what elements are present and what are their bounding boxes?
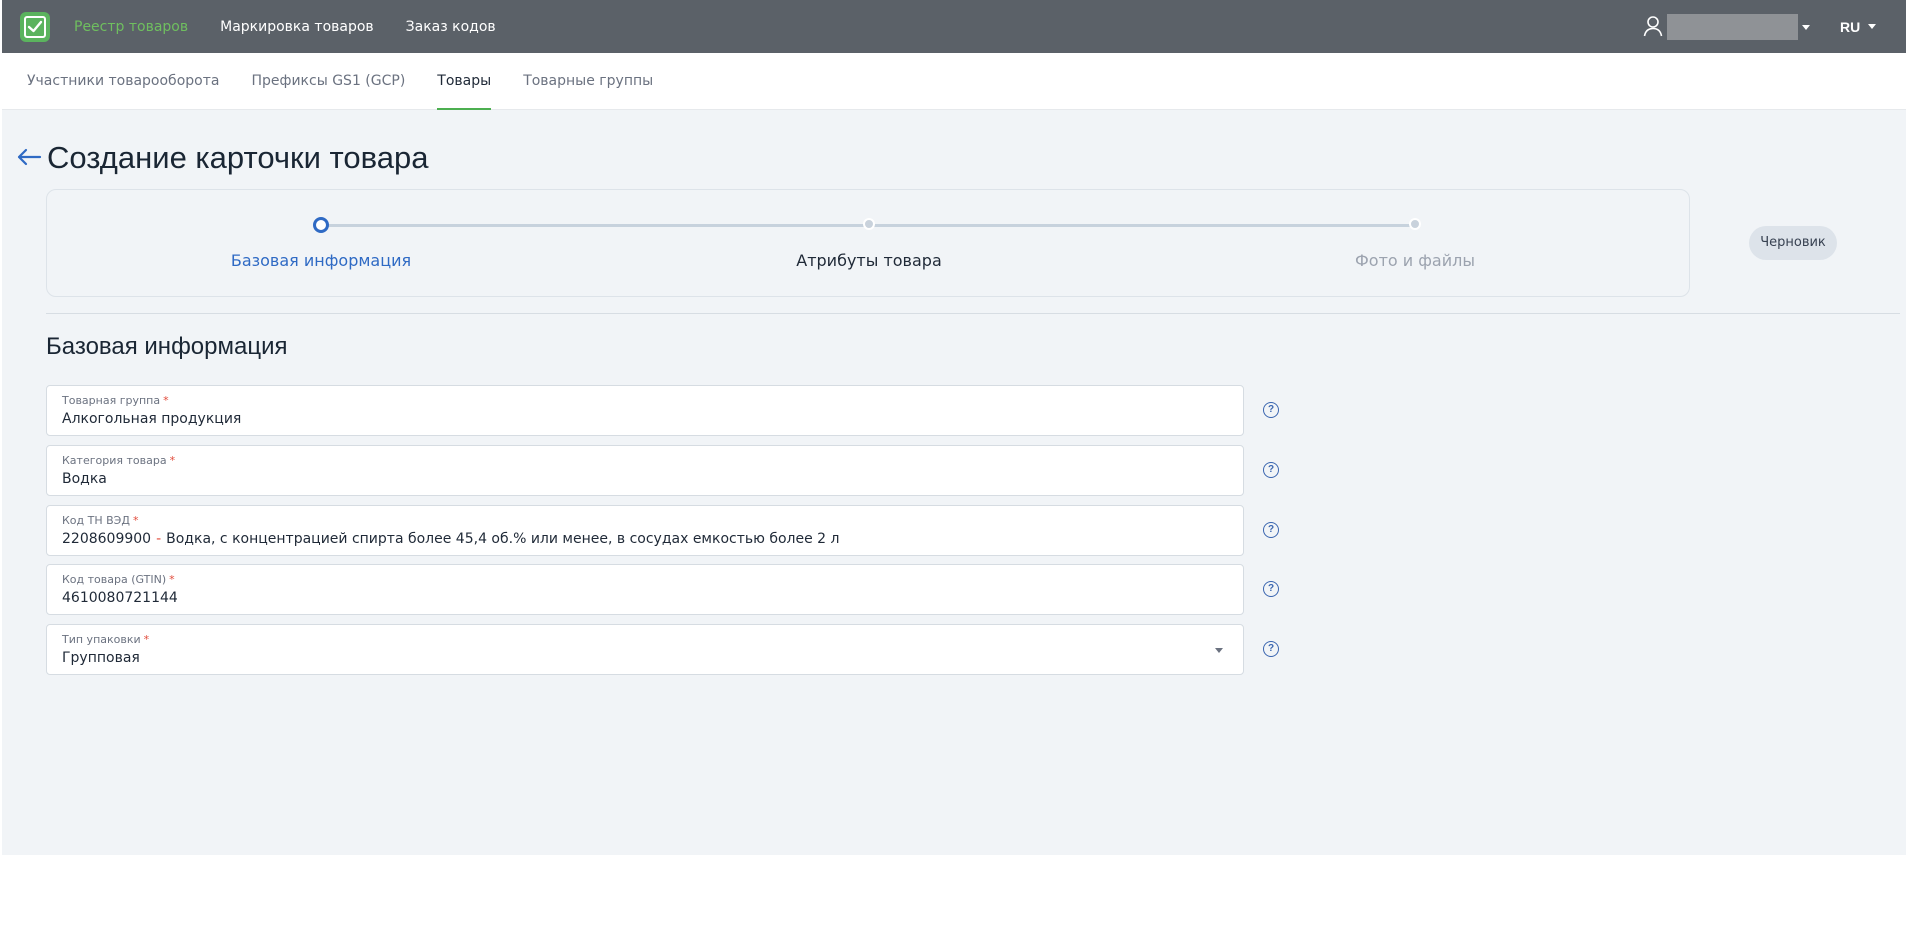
help-circle-icon[interactable]: ? bbox=[1263, 462, 1279, 478]
chevron-down-icon[interactable] bbox=[1802, 25, 1810, 30]
top-nav-marking[interactable]: Маркировка товаров bbox=[220, 19, 374, 35]
field-value: 4610080721144 bbox=[62, 590, 178, 606]
help-circle-icon[interactable]: ? bbox=[1263, 641, 1279, 657]
help-circle-icon[interactable]: ? bbox=[1263, 402, 1279, 418]
top-bar: Реестр товаров Маркировка товаров Заказ … bbox=[2, 0, 1906, 53]
package-type-select[interactable]: Тип упаковки * Групповая bbox=[46, 624, 1244, 675]
arrow-left-icon[interactable] bbox=[16, 147, 42, 167]
language-label: RU bbox=[1840, 18, 1861, 35]
divider bbox=[46, 313, 1900, 314]
stepper: Базовая информация Атрибуты товара Фото … bbox=[46, 189, 1690, 297]
tnved-code-field[interactable]: Код ТН ВЭД * 2208609900- Водка, с концентр… bbox=[46, 505, 1244, 556]
page-title: Создание карточки товара bbox=[47, 140, 429, 175]
chevron-down-icon bbox=[1868, 24, 1877, 29]
page: Реестр товаров Маркировка товаров Заказ … bbox=[0, 0, 1908, 942]
gtin-field[interactable]: Код товара (GTIN) * 4610080721144 bbox=[46, 564, 1244, 615]
tab-gs1-prefixes[interactable]: Префиксы GS1 (GCP) bbox=[251, 53, 405, 110]
section-title: Базовая информация bbox=[46, 333, 288, 360]
user-icon[interactable] bbox=[1643, 15, 1663, 37]
required-mark: * bbox=[169, 454, 176, 467]
status-badge: Черновик bbox=[1749, 226, 1837, 260]
chevron-down-icon[interactable] bbox=[1215, 648, 1223, 653]
field-value: Групповая bbox=[62, 650, 140, 666]
tab-participants[interactable]: Участники товарооборота bbox=[27, 53, 219, 110]
tnved-description: Водка, с концентрацией спирта более 45,4… bbox=[166, 531, 840, 547]
main-content: Создание карточки товара Базовая информа… bbox=[2, 110, 1906, 855]
step-label-photos: Фото и файлы bbox=[1355, 251, 1475, 270]
product-category-field[interactable]: Категория товара * Водка bbox=[46, 445, 1244, 496]
top-nav: Реестр товаров Маркировка товаров Заказ … bbox=[74, 0, 496, 53]
field-label: Код ТН ВЭД bbox=[62, 514, 130, 527]
step-label-attributes[interactable]: Атрибуты товара bbox=[796, 251, 942, 270]
field-label: Тип упаковки bbox=[62, 633, 141, 646]
help-circle-icon[interactable]: ? bbox=[1263, 581, 1279, 597]
field-label: Товарная группа bbox=[62, 394, 161, 407]
required-mark: * bbox=[163, 394, 169, 407]
step-dot-attributes[interactable] bbox=[863, 218, 875, 230]
field-label: Код товара (GTIN) bbox=[62, 573, 167, 586]
help-circle-icon[interactable]: ? bbox=[1263, 522, 1279, 538]
tnved-code: 2208609900 bbox=[62, 531, 152, 547]
field-value: Водка bbox=[62, 471, 107, 487]
required-mark: * bbox=[169, 573, 175, 586]
top-nav-code-order[interactable]: Заказ кодов bbox=[406, 19, 496, 35]
language-switcher[interactable]: RU bbox=[1840, 0, 1877, 53]
step-dot-photos[interactable] bbox=[1409, 218, 1421, 230]
top-nav-registry[interactable]: Реестр товаров bbox=[74, 19, 188, 35]
field-label: Категория товара bbox=[62, 454, 167, 467]
field-value: Алкогольная продукция bbox=[62, 411, 242, 427]
tab-products[interactable]: Товары bbox=[437, 53, 491, 110]
step-dot-basic-info[interactable] bbox=[313, 217, 329, 233]
user-name-redacted[interactable] bbox=[1667, 14, 1798, 40]
step-connector bbox=[327, 224, 867, 227]
required-mark: * bbox=[143, 633, 150, 646]
step-label-basic-info[interactable]: Базовая информация bbox=[231, 251, 411, 270]
required-mark: * bbox=[132, 514, 139, 527]
sub-nav: Участники товарооборота Префиксы GS1 (GC… bbox=[2, 53, 1906, 110]
code-separator: - bbox=[156, 531, 162, 547]
product-group-field[interactable]: Товарная группа * Алкогольная продукция bbox=[46, 385, 1244, 436]
step-connector bbox=[873, 224, 1415, 227]
tab-product-groups[interactable]: Товарные группы bbox=[523, 53, 653, 110]
app-logo-icon[interactable] bbox=[20, 12, 50, 42]
